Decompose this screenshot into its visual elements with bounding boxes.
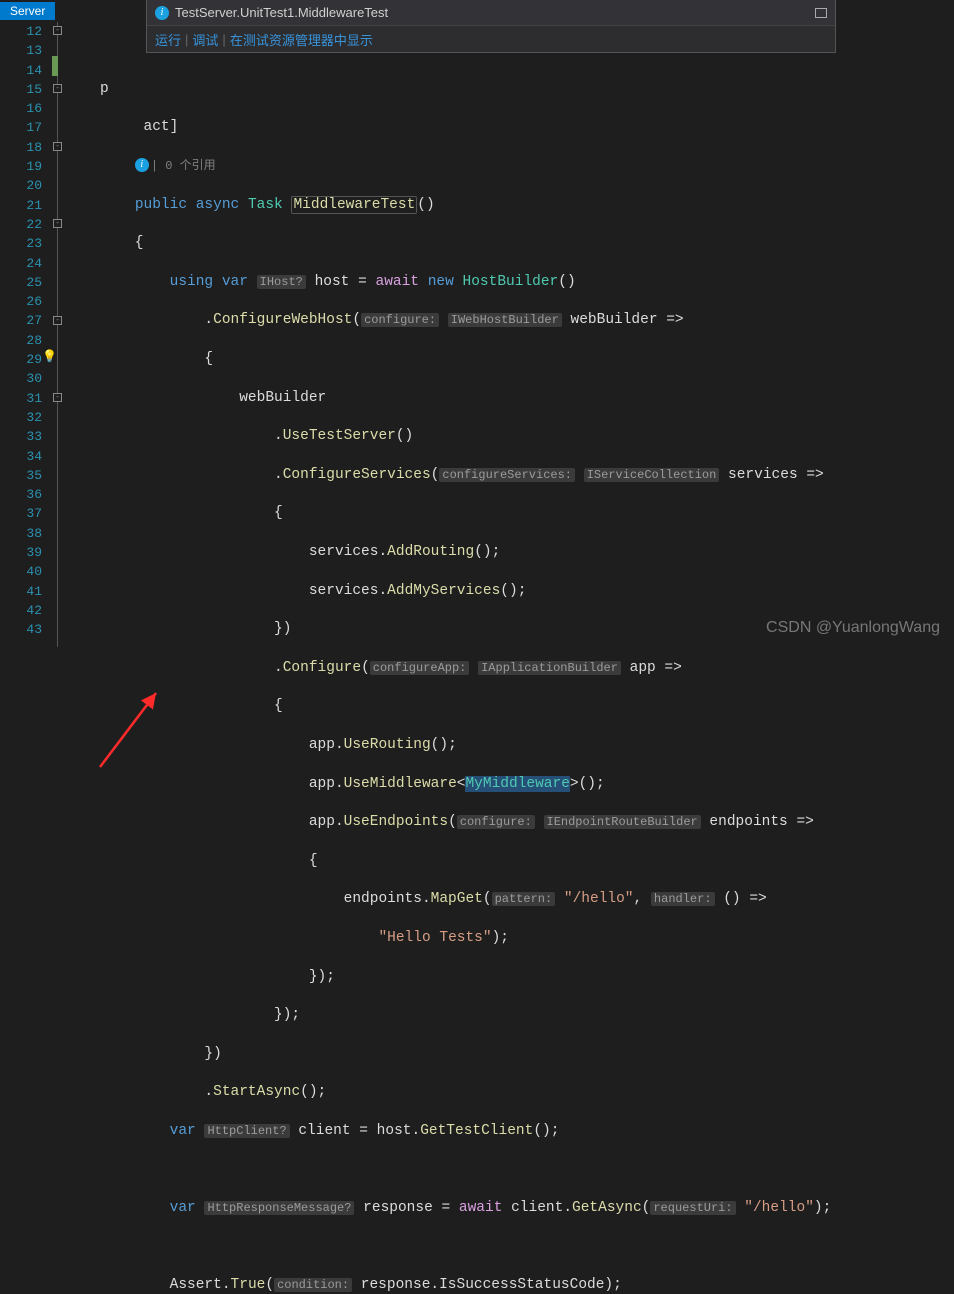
editor: 12 13 14 15 16 17 18 19 20 21 22 23 24 2… — [0, 22, 954, 647]
fold-column: - - - - - - — [52, 22, 100, 647]
line-number: 15 — [0, 80, 42, 99]
line-number: 26 — [0, 292, 42, 311]
run-test-link[interactable]: 运行 — [155, 30, 181, 49]
line-number: 17 — [0, 118, 42, 137]
line-number: 20 — [0, 176, 42, 195]
show-in-explorer-link[interactable]: 在测试资源管理器中显示 — [230, 30, 373, 49]
dock-window-icon[interactable] — [815, 8, 827, 18]
line-number: 29 — [0, 350, 42, 369]
line-number: 30 — [0, 369, 42, 388]
line-number: 18 — [0, 138, 42, 157]
line-number: 12 — [0, 22, 42, 41]
fold-toggle[interactable]: - — [53, 219, 62, 228]
line-number: 39 — [0, 543, 42, 562]
references-count[interactable]: | 0 个引用 — [151, 159, 216, 173]
line-number: 14 — [0, 61, 42, 80]
fold-toggle[interactable]: - — [53, 393, 62, 402]
tab-server[interactable]: Server — [0, 2, 55, 20]
line-number: 34 — [0, 447, 42, 466]
line-number: 38 — [0, 524, 42, 543]
fold-toggle[interactable]: - — [53, 316, 62, 325]
debug-test-link[interactable]: 调试 — [192, 30, 218, 49]
line-number: 43 — [0, 620, 42, 639]
line-number: 22 — [0, 215, 42, 234]
line-number-gutter: 12 13 14 15 16 17 18 19 20 21 22 23 24 2… — [0, 22, 52, 647]
codelens-actions: 运行 | 调试 | 在测试资源管理器中显示 — [147, 26, 835, 52]
line-number: 35 — [0, 466, 42, 485]
line-number: 36 — [0, 485, 42, 504]
line-number: 16 — [0, 99, 42, 118]
codelens-popup: i TestServer.UnitTest1.MiddlewareTest 运行… — [146, 0, 836, 53]
code-area[interactable]: p act] i| 0 个引用 public async Task Middle… — [100, 22, 954, 647]
line-number: 28 — [0, 331, 42, 350]
fold-toggle[interactable]: - — [53, 26, 62, 35]
line-number: 13 — [0, 41, 42, 60]
info-icon: i — [155, 6, 169, 20]
line-number: 42 — [0, 601, 42, 620]
codelens-title: TestServer.UnitTest1.MiddlewareTest — [175, 5, 388, 20]
fold-toggle[interactable]: - — [53, 142, 62, 151]
line-number: 33 — [0, 427, 42, 446]
line-number: 21 — [0, 196, 42, 215]
line-number: 41 — [0, 582, 42, 601]
fold-toggle[interactable]: - — [53, 84, 62, 93]
line-number: 24 — [0, 254, 42, 273]
line-number: 27 — [0, 311, 42, 330]
line-number: 32 — [0, 408, 42, 427]
line-number: 40 — [0, 562, 42, 581]
code-text: act] — [144, 119, 179, 135]
line-number: 23 — [0, 234, 42, 253]
change-marker — [52, 56, 58, 76]
selection: MyMiddleware — [465, 776, 569, 792]
line-number: 25 — [0, 273, 42, 292]
lightbulb-icon[interactable]: 💡 — [42, 349, 56, 363]
line-number: 31 — [0, 389, 42, 408]
line-number: 19 — [0, 157, 42, 176]
info-icon: i — [135, 158, 149, 172]
line-number: 37 — [0, 504, 42, 523]
codelens-header: i TestServer.UnitTest1.MiddlewareTest — [147, 0, 835, 26]
